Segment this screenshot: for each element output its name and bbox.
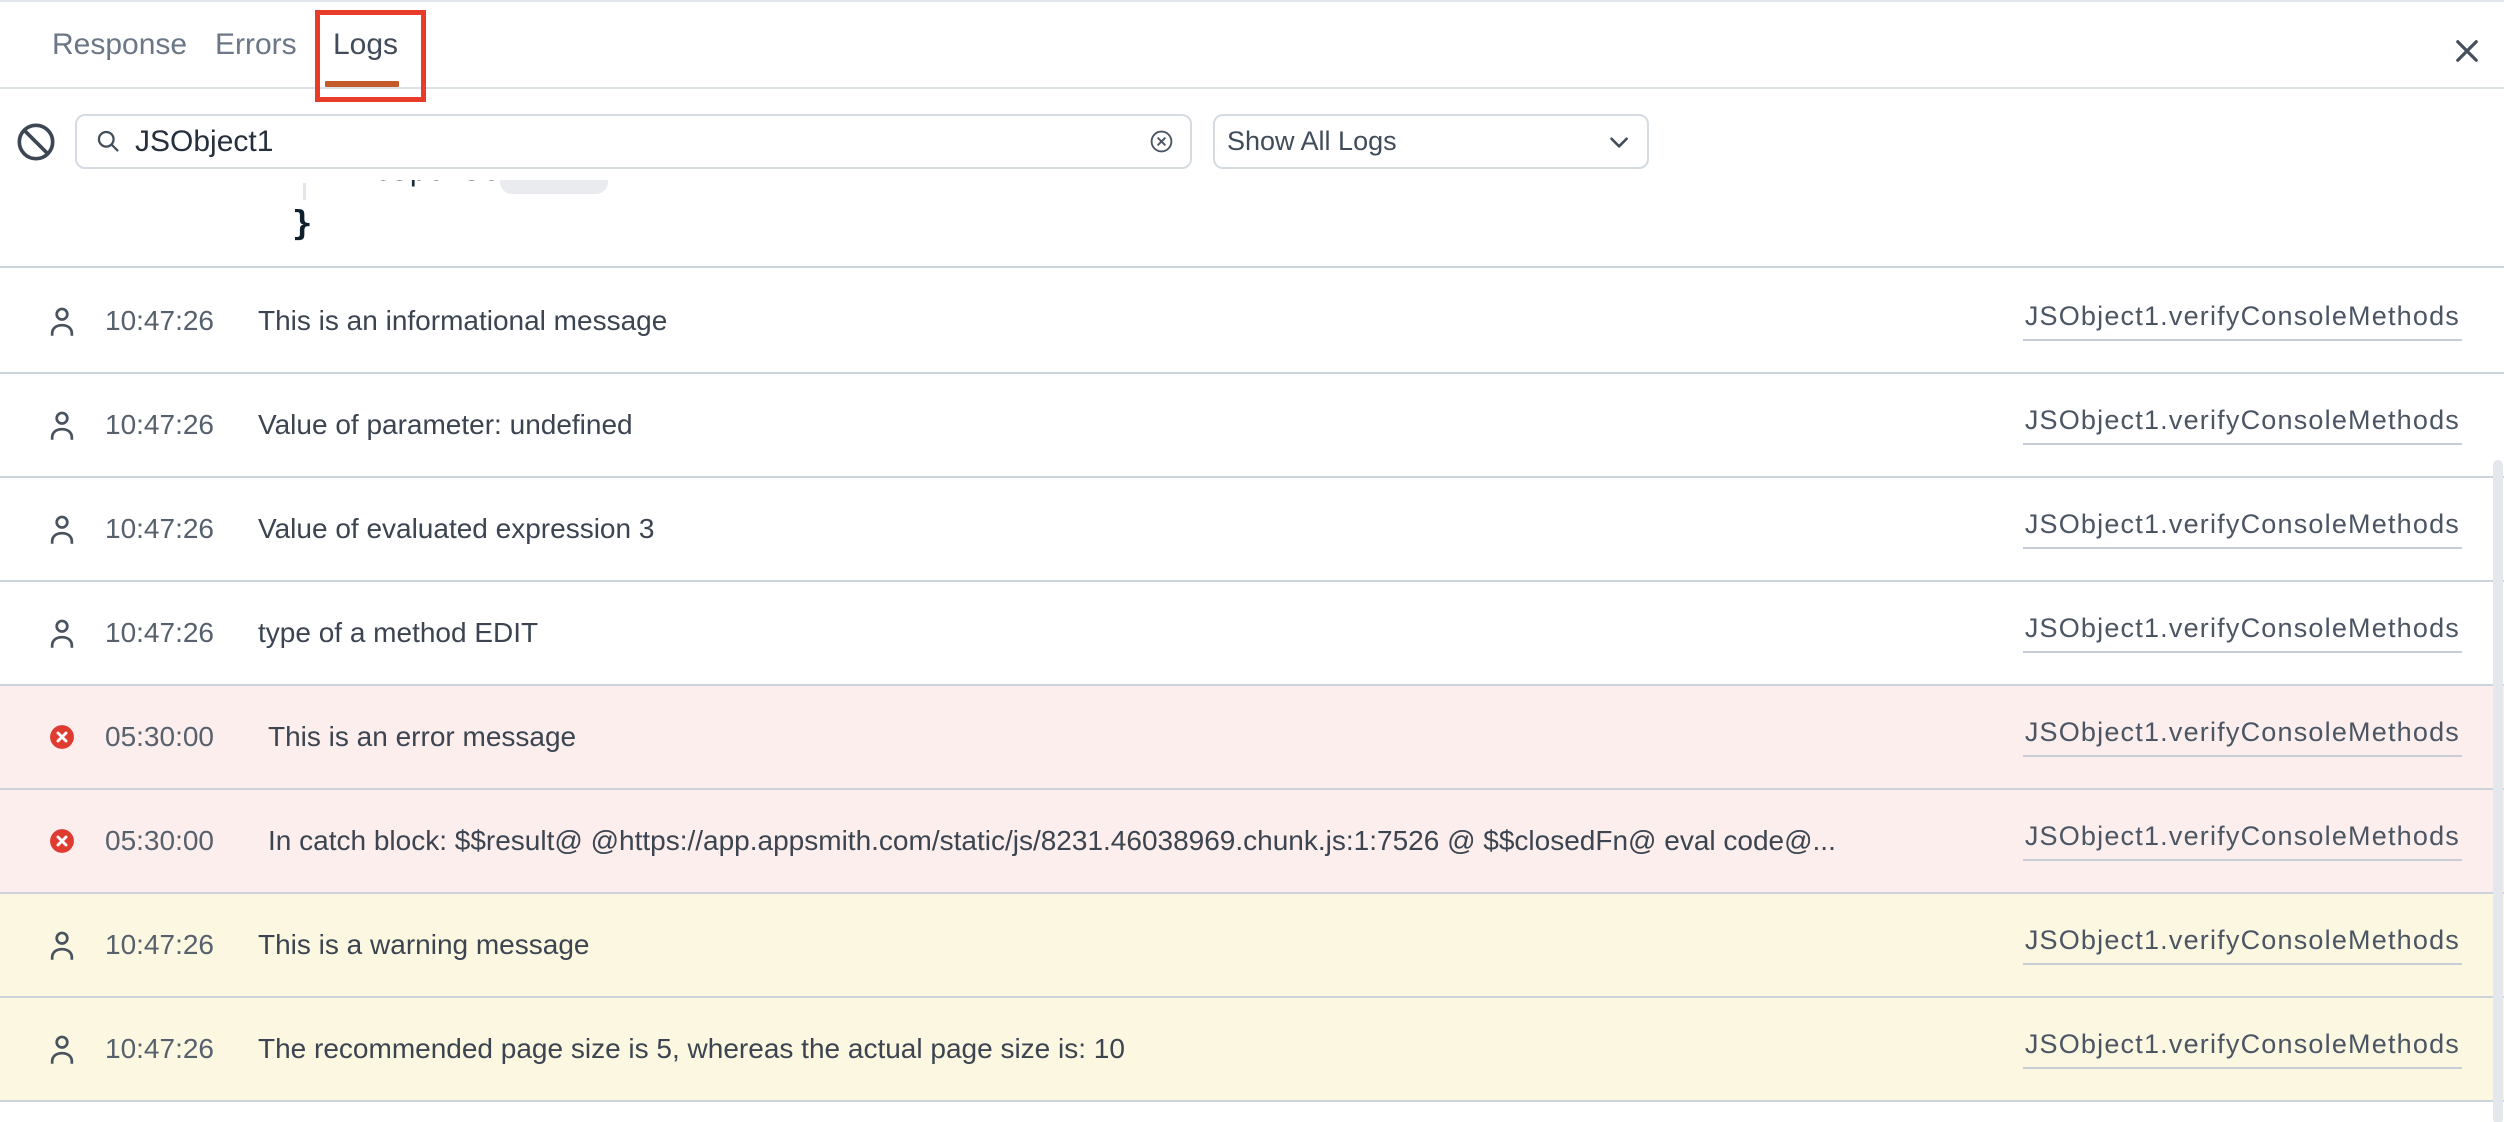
user-icon <box>47 929 77 961</box>
log-message: Value of parameter: undefined <box>258 409 1984 441</box>
log-message: This is an informational message <box>258 305 1984 337</box>
log-source-link[interactable]: JSObject1.verifyConsoleMethods <box>2023 613 2462 653</box>
collapsed-value-pill <box>500 180 608 194</box>
active-tab-underline <box>325 81 399 87</box>
log-message: This is an error message <box>268 721 1984 753</box>
log-timestamp: 10:47:26 <box>105 617 214 649</box>
log-source-link[interactable]: JSObject1.verifyConsoleMethods <box>2023 1029 2462 1069</box>
log-row[interactable]: 05:30:00 In catch block: $$result@ @http… <box>0 790 2504 894</box>
log-row[interactable]: 10:47:26 The recommended page size is 5,… <box>0 998 2504 1102</box>
search-icon <box>95 128 122 155</box>
tab-errors[interactable]: Errors <box>215 2 297 87</box>
log-timestamp: 05:30:00 <box>105 721 214 753</box>
chevron-down-icon <box>1605 129 1631 155</box>
user-icon <box>47 617 77 649</box>
clear-logs-button[interactable] <box>16 122 56 162</box>
log-timestamp: 10:47:26 <box>105 1033 214 1065</box>
log-timestamp: 10:47:26 <box>105 409 214 441</box>
log-filter-dropdown[interactable]: Show All Logs <box>1213 114 1649 169</box>
log-source-link[interactable]: JSObject1.verifyConsoleMethods <box>2023 301 2462 341</box>
log-timestamp: 10:47:26 <box>105 929 214 961</box>
user-icon <box>47 513 77 545</box>
user-icon <box>47 1033 77 1065</box>
close-panel-button[interactable] <box>2442 26 2492 76</box>
log-row[interactable]: 10:47:26 Value of evaluated expression 3… <box>0 478 2504 582</box>
log-message: This is a warning message <box>258 929 1984 961</box>
debugger-panel: Response Errors Logs <box>0 0 2504 1122</box>
logs-toolbar: Show All Logs <box>0 91 2504 180</box>
user-icon <box>47 305 77 337</box>
closing-brace: } <box>292 204 312 244</box>
error-icon <box>47 724 77 750</box>
indent-guide <box>303 183 306 200</box>
ban-icon <box>16 122 56 162</box>
debugger-tabbar: Response Errors Logs <box>0 2 2504 89</box>
log-row[interactable]: 05:30:00 This is an error message JSObje… <box>0 686 2504 790</box>
log-list: 10:47:26 This is an informational messag… <box>0 270 2504 1102</box>
log-source-link[interactable]: JSObject1.verifyConsoleMethods <box>2023 405 2462 445</box>
log-filter-value: Show All Logs <box>1227 126 1397 157</box>
close-icon <box>2452 36 2482 66</box>
log-row[interactable]: 10:47:26 This is an informational messag… <box>0 270 2504 374</box>
log-row[interactable]: 10:47:26 type of a method EDIT JSObject1… <box>0 582 2504 686</box>
log-message: type of a method EDIT <box>258 617 1984 649</box>
log-search-box <box>75 114 1192 169</box>
log-timestamp: 05:30:00 <box>105 825 214 857</box>
error-icon <box>47 828 77 854</box>
log-message: The recommended page size is 5, whereas … <box>258 1033 1984 1065</box>
log-source-link[interactable]: JSObject1.verifyConsoleMethods <box>2023 925 2462 965</box>
user-icon <box>47 409 77 441</box>
response-tree-clipped[interactable]: response } <box>0 180 2504 268</box>
tab-response[interactable]: Response <box>52 2 187 87</box>
log-source-link[interactable]: JSObject1.verifyConsoleMethods <box>2023 717 2462 757</box>
log-row[interactable]: 10:47:26 This is a warning message JSObj… <box>0 894 2504 998</box>
clear-search-icon[interactable] <box>1149 129 1174 154</box>
log-message: Value of evaluated expression 3 <box>258 513 1984 545</box>
log-message: In catch block: $$result@ @https://app.a… <box>268 825 1984 857</box>
vertical-scrollbar-thumb[interactable] <box>2493 460 2503 1122</box>
log-source-link[interactable]: JSObject1.verifyConsoleMethods <box>2023 509 2462 549</box>
log-source-link[interactable]: JSObject1.verifyConsoleMethods <box>2023 821 2462 861</box>
log-row[interactable]: 10:47:26 Value of parameter: undefined J… <box>0 374 2504 478</box>
log-timestamp: 10:47:26 <box>105 305 214 337</box>
tab-logs[interactable]: Logs <box>333 2 398 87</box>
search-input[interactable] <box>135 125 1149 159</box>
response-key-fragment: response <box>355 180 500 188</box>
log-timestamp: 10:47:26 <box>105 513 214 545</box>
